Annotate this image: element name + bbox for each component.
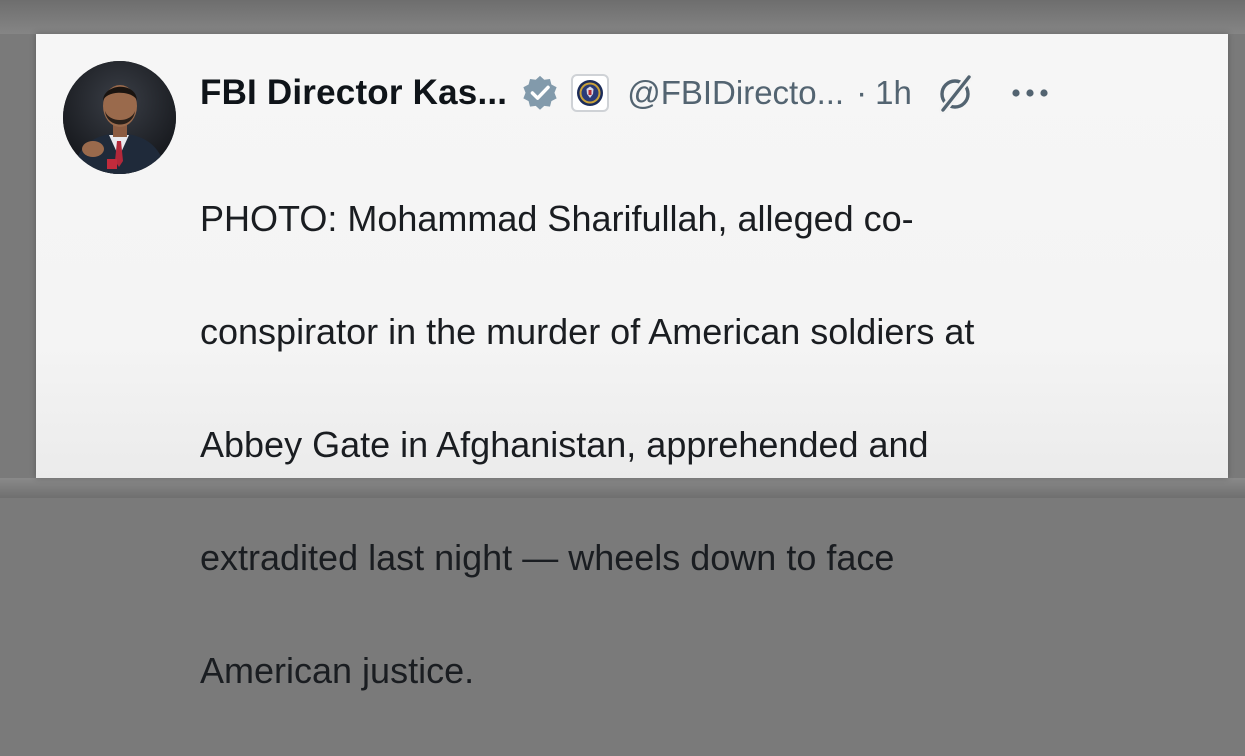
post-text-line: conspirator in the murder of American so… xyxy=(200,310,975,352)
post-text-line: extradited last night — wheels down to f… xyxy=(200,536,895,578)
author-avatar[interactable] xyxy=(63,61,176,174)
post-text: PHOTO: Mohammad Sharifullah, alleged co-… xyxy=(200,134,1200,756)
grok-icon[interactable] xyxy=(934,71,978,115)
post-text-line: American justice. xyxy=(200,649,475,691)
avatar-photo xyxy=(63,61,176,174)
verified-badge-icon[interactable] xyxy=(521,74,559,112)
author-handle[interactable]: @FBIDirecto... xyxy=(627,74,844,112)
more-options-icon[interactable] xyxy=(1008,71,1052,115)
post-text-line: PHOTO: Mohammad Sharifullah, alleged co- xyxy=(200,197,914,239)
post-timestamp[interactable]: 1h xyxy=(875,74,912,112)
post-text-line: Abbey Gate in Afghanistan, apprehended a… xyxy=(200,423,929,465)
separator-dot: · xyxy=(856,74,868,111)
fbi-seal-icon xyxy=(577,80,604,106)
post-card: FBI Director Kas... @FBIDirecto... · 1h xyxy=(36,34,1228,691)
screen-frame-top xyxy=(0,0,1245,34)
post-header: FBI Director Kas... @FBIDirecto... · 1h xyxy=(200,67,1052,119)
author-name[interactable]: FBI Director Kas... xyxy=(200,73,507,113)
affiliation-badge[interactable] xyxy=(571,74,610,112)
